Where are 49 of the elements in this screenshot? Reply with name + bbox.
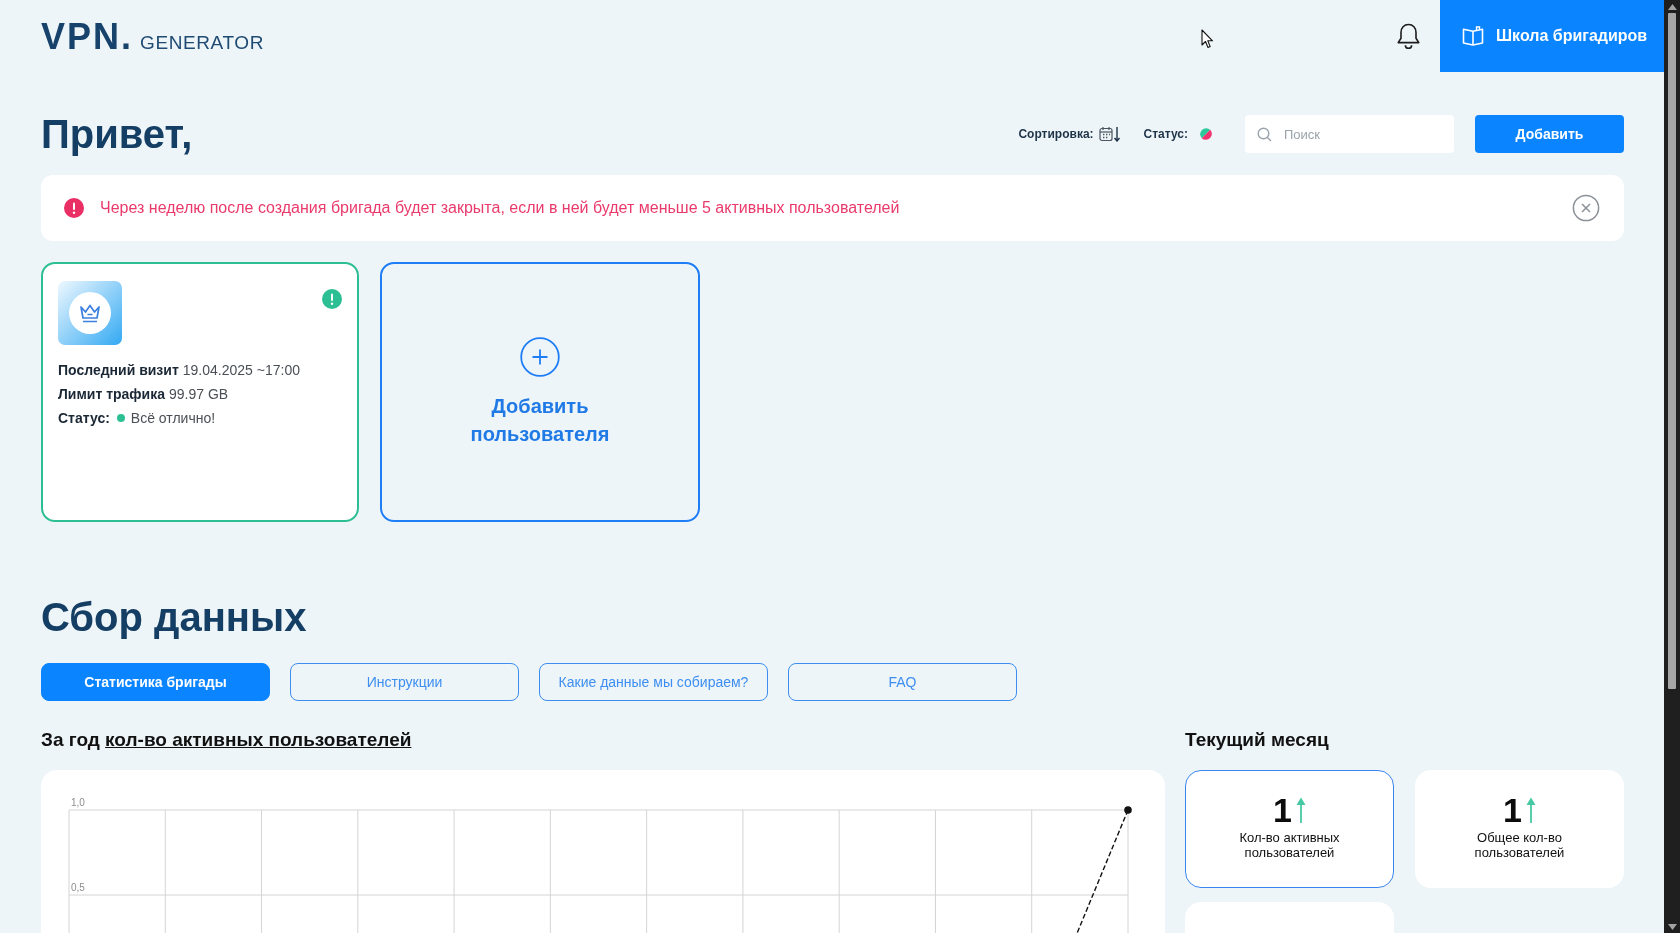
status-filter-icon[interactable] — [1200, 128, 1212, 140]
field-value: 99.97 GB — [169, 385, 229, 404]
scroll-up-arrow-icon[interactable] — [1667, 4, 1677, 10]
tab[interactable]: FAQ — [788, 663, 1017, 701]
close-icon[interactable] — [1572, 194, 1600, 222]
field-label: Лимит трафика — [58, 385, 165, 404]
search-icon — [1257, 127, 1272, 142]
search-field[interactable]: Поиск — [1245, 115, 1454, 153]
stat-value: 1 — [1503, 792, 1522, 828]
calendar-sort-icon[interactable] — [1098, 126, 1121, 142]
bell-icon[interactable] — [1396, 22, 1421, 50]
crown-avatar-icon — [58, 281, 122, 345]
section-heading: Сбор данных — [41, 595, 308, 639]
user-card[interactable]: Последний визит 19.04.2025 ~17:00 Лимит трафика 99.97 GB Статус: Всё отлично! — [41, 262, 359, 522]
stat-value: 1 — [1273, 792, 1292, 828]
cursor-icon — [1201, 29, 1214, 49]
book-icon — [1462, 26, 1484, 46]
school-button[interactable]: Школа бригадиров — [1440, 0, 1664, 72]
chart-heading: За год кол-во активных пользователей — [41, 728, 413, 752]
axis-label: 0,5 — [71, 882, 85, 893]
alert-badge-icon — [322, 289, 342, 309]
plus-circle-icon — [520, 336, 560, 377]
stat-card[interactable]: 1 Общее кол-во пользователей — [1415, 770, 1624, 888]
month-heading: Текущий месяц — [1185, 728, 1330, 752]
sort-label: Сортировка: — [1018, 127, 1094, 141]
add-button[interactable]: Добавить — [1475, 115, 1624, 153]
logo-mark: VPN. — [41, 17, 134, 57]
stat-card[interactable]: 1 Кол-во активных пользователей — [1185, 770, 1394, 888]
add-user-button[interactable]: Добавить пользователя — [380, 262, 700, 522]
metric-link[interactable]: кол-во активных пользователей — [105, 729, 412, 750]
tab[interactable]: Инструкции — [290, 663, 519, 701]
scroll-down-arrow-icon[interactable] — [1667, 924, 1677, 930]
greeting-heading: Привет, — [41, 114, 194, 154]
field-label: Последний визит — [58, 361, 179, 380]
scrollbar[interactable] — [1664, 0, 1680, 933]
axis-label: 1,0 — [71, 797, 85, 808]
scrollbar-thumb[interactable] — [1668, 13, 1676, 689]
status-filter-label: Статус: — [1143, 127, 1188, 141]
status-label: Статус: — [58, 409, 110, 428]
alert-icon — [64, 198, 84, 218]
field-value: 19.04.2025 ~17:00 — [182, 361, 300, 380]
stat-label: Общее кол-во пользователей — [1473, 830, 1566, 860]
data-point — [1124, 806, 1132, 814]
tab[interactable]: Статистика бригады — [41, 663, 270, 701]
status-value: Всё отлично! — [130, 409, 216, 428]
alert-message: Через неделю после создания бригада будет закрыта, если в ней будет меньше 5 активных пользователей — [100, 199, 901, 217]
logo-wordmark: GENERATOR — [140, 32, 265, 54]
stat-label: Кол-во активных пользователей — [1238, 830, 1341, 860]
tab[interactable]: Какие данные мы собираем? — [539, 663, 768, 701]
